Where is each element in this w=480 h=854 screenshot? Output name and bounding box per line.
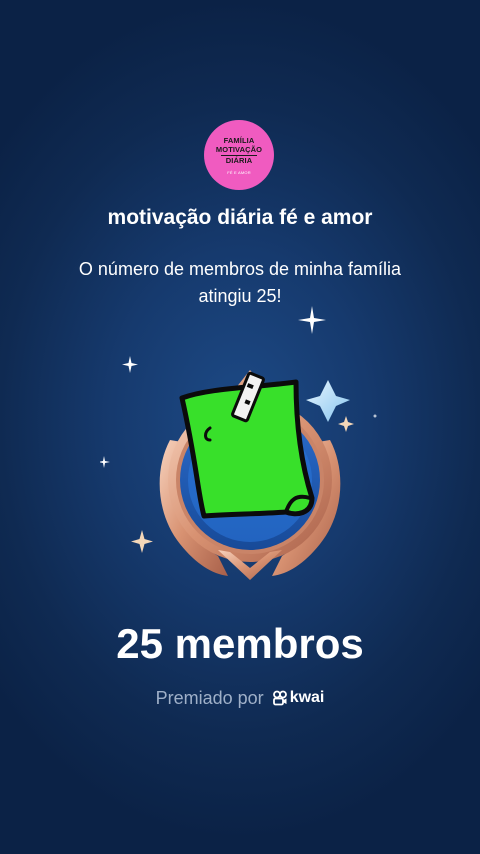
avatar-text-line3: DIÁRIA: [225, 156, 253, 166]
sparkle-icon: [298, 306, 326, 334]
awarded-by: Premiado por kwai: [0, 686, 480, 710]
avatar-subtext: FÉ E AMOR: [227, 169, 251, 175]
member-count-title: 25 membros: [116, 620, 364, 667]
sparkle-icon: [306, 380, 350, 422]
sparkle-icon: [131, 530, 153, 553]
badge-illustration: [98, 306, 377, 580]
family-avatar[interactable]: FAMÍLIA MOTIVAÇÃO DIÁRIA FÉ E AMOR: [204, 120, 274, 190]
achievement-screen: FAMÍLIA MOTIVAÇÃO DIÁRIA FÉ E AMOR motiv…: [0, 0, 480, 854]
sparkle-icon: [338, 416, 354, 432]
avatar-text-line2: MOTIVAÇÃO: [215, 144, 263, 154]
awarded-by-label: Premiado por: [155, 688, 264, 708]
kwai-brand: kwai: [272, 688, 325, 708]
sticky-note-icon: [179, 371, 315, 519]
sparkle-icon: [98, 456, 110, 468]
family-name: motivação diária fé e amor: [107, 206, 373, 229]
sparkle-icon: [122, 356, 138, 373]
kwai-brand-text: kwai: [289, 689, 325, 706]
kwai-logo-icon: [272, 690, 287, 706]
badge-area: [98, 300, 400, 600]
